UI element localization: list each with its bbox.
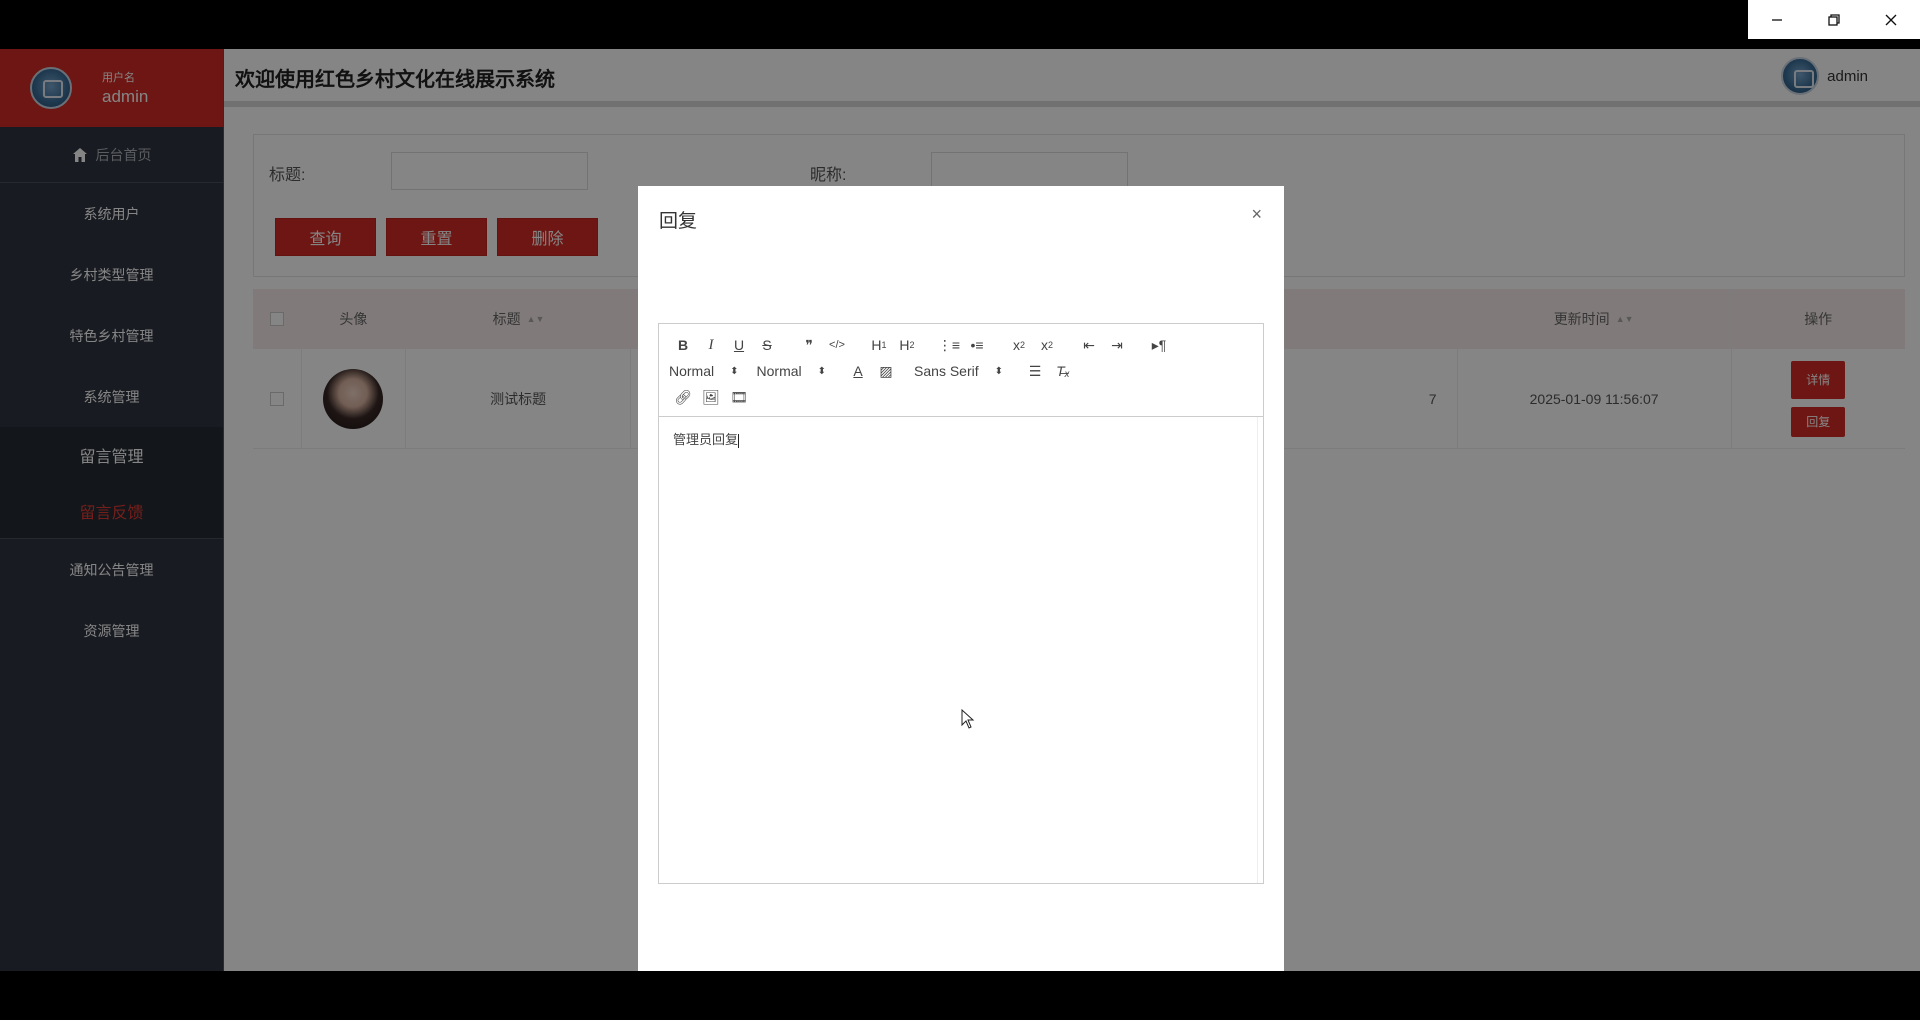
video-button[interactable]: 🎞︎ xyxy=(725,385,753,409)
editor-toolbar: B I U S ❞ </> H1 H2 ⋮≡ •≡ x2 x2 ⇤ ⇥ ▸¶ N… xyxy=(659,324,1263,417)
editor-text: 管理员回复 xyxy=(673,432,739,447)
bottom-bar xyxy=(0,971,1920,1020)
superscript-button[interactable]: x2 xyxy=(1033,333,1061,357)
restore-icon xyxy=(1828,13,1840,26)
text-direction-button[interactable]: ▸¶ xyxy=(1145,333,1173,357)
rich-text-editor: B I U S ❞ </> H1 H2 ⋮≡ •≡ x2 x2 ⇤ ⇥ ▸¶ N… xyxy=(658,323,1264,884)
bold-button[interactable]: B xyxy=(669,333,697,357)
header-picker[interactable]: Normal ⬍ xyxy=(669,363,739,379)
mouse-cursor-icon xyxy=(961,709,975,729)
editor-content[interactable]: 管理员回复 xyxy=(659,417,1263,883)
chevron-updown-icon: ⬍ xyxy=(730,365,739,377)
font-picker[interactable]: Sans Serif ⬍ xyxy=(914,363,1003,379)
reply-dialog: 回复 × B I U S ❞ </> H1 H2 ⋮≡ •≡ x 2 x 2 ⇤… xyxy=(638,186,1284,971)
link-icon: 🔗︎ xyxy=(674,388,692,405)
link-button[interactable]: 🔗︎ xyxy=(669,385,697,409)
subscript-button[interactable]: x2 xyxy=(1005,333,1033,357)
minimize-icon xyxy=(1771,18,1782,21)
indent-icon: ⇥ xyxy=(1111,336,1123,353)
text-caret xyxy=(738,433,740,448)
font-picker-label: Sans Serif xyxy=(914,363,979,379)
italic-button[interactable]: I xyxy=(697,333,725,357)
outdent-icon: ⇤ xyxy=(1083,336,1095,353)
editor-scrollbar[interactable] xyxy=(1257,417,1263,883)
size-picker-label: Normal xyxy=(756,363,802,379)
chevron-updown-icon: ⬍ xyxy=(817,365,827,377)
close-window-button[interactable] xyxy=(1863,0,1920,39)
code-icon: </> xyxy=(829,339,845,351)
video-icon: 🎞︎ xyxy=(730,388,748,405)
minimize-button[interactable] xyxy=(1748,0,1805,39)
size-picker[interactable]: Normal ⬍ xyxy=(757,363,827,379)
text-color-button[interactable]: A xyxy=(844,359,872,383)
background-color-button[interactable]: ▨ xyxy=(872,359,900,383)
header-picker-label: Normal xyxy=(669,363,715,379)
ordered-list-button[interactable]: ⋮≡ xyxy=(935,333,963,357)
clear-format-button[interactable]: T̶ₓ xyxy=(1049,359,1077,383)
text-color-icon: A xyxy=(853,363,863,379)
background-color-icon: ▨ xyxy=(879,362,893,379)
align-left-icon: ☰ xyxy=(1028,362,1042,379)
image-icon: 🖼︎ xyxy=(702,388,720,405)
app-window: 用户名 admin 后台首页 系统用户 乡村类型管理 特色乡村管理 系统管理 留… xyxy=(0,49,1920,971)
chevron-updown-icon: ⬍ xyxy=(994,365,1004,377)
quote-icon: ❞ xyxy=(805,336,813,353)
dialog-title: 回复 xyxy=(659,211,698,232)
paragraph-icon: ▸¶ xyxy=(1151,336,1167,353)
h1-button[interactable]: H1 xyxy=(865,333,893,357)
align-button[interactable]: ☰ xyxy=(1021,359,1049,383)
window-controls xyxy=(1748,0,1920,39)
clear-format-icon: T̶ₓ xyxy=(1056,363,1070,379)
restore-button[interactable] xyxy=(1805,0,1862,39)
code-block-button[interactable]: </> xyxy=(823,333,851,357)
outdent-button[interactable]: ⇤ xyxy=(1075,333,1103,357)
image-button[interactable]: 🖼︎ xyxy=(697,385,725,409)
dialog-close-button[interactable]: × xyxy=(1251,204,1262,225)
window-titlebar xyxy=(0,0,1920,49)
bullet-list-icon: •≡ xyxy=(970,337,984,353)
close-icon xyxy=(1885,14,1897,25)
indent-button[interactable]: ⇥ xyxy=(1103,333,1131,357)
underline-button[interactable]: U xyxy=(725,333,753,357)
h2-button[interactable]: H2 xyxy=(893,333,921,357)
strike-button[interactable]: S xyxy=(753,333,781,357)
ordered-list-icon: ⋮≡ xyxy=(937,336,961,353)
blockquote-button[interactable]: ❞ xyxy=(795,333,823,357)
bullet-list-button[interactable]: •≡ xyxy=(963,333,991,357)
